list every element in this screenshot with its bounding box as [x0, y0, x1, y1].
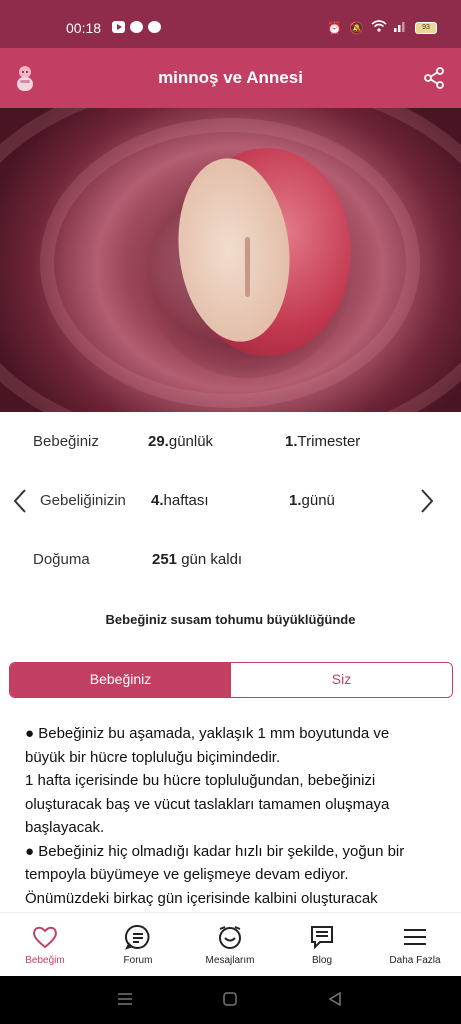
content-paragraph: 1 hafta içerisinde bu hücre topluluğunda…: [25, 772, 390, 836]
heart-icon: [33, 926, 57, 949]
bottom-nav: Bebeğim Forum Mesajlarım Blog Daha Fazla: [0, 912, 461, 976]
mute-icon: 🔕: [349, 20, 364, 35]
embryo-streak: [244, 236, 251, 298]
share-icon[interactable]: [423, 67, 445, 89]
tab-bar: Bebeğiniz Siz: [9, 662, 453, 698]
baby-size-note: Bebeğiniz susam tohumu büyüklüğünde: [105, 612, 356, 627]
battery-icon: 93: [415, 21, 437, 34]
recents-icon[interactable]: [117, 992, 133, 1006]
embryo-image: [0, 108, 461, 412]
alarm-icon: ⏰: [327, 20, 343, 35]
status-app-icons: [112, 21, 161, 33]
status-time: 00:18: [66, 20, 102, 36]
due-value: 251 gün kaldı: [152, 551, 243, 568]
due-label: Doğuma: [33, 551, 90, 568]
youtube-icon: [112, 21, 125, 33]
nav-item-forum[interactable]: Forum: [93, 913, 183, 977]
chevron-right-icon[interactable]: [418, 487, 436, 515]
menu-icon: [404, 929, 426, 945]
nav-label: Blog: [311, 955, 332, 966]
home-icon[interactable]: [223, 992, 237, 1006]
nav-item-daha-fazla[interactable]: Daha Fazla: [370, 913, 460, 977]
wifi-icon: [371, 20, 387, 35]
nav-item-mesajlarim[interactable]: Mesajlarım: [185, 913, 275, 977]
info-row-baby-age: Bebeğiniz 29.günlük 1.Trimester: [0, 423, 461, 463]
system-nav-bar: [0, 976, 461, 1024]
app-header: minnoş ve Annesi: [0, 48, 461, 108]
trimester-value: 1.Trimester: [285, 433, 361, 450]
content-paragraph: ● Bebeğiniz bu aşamada, yaklaşık 1 mm bo…: [25, 725, 390, 766]
pregnancy-day-value: 1.günü: [289, 492, 335, 509]
back-icon[interactable]: [328, 992, 342, 1006]
signal-icon: [394, 20, 408, 35]
nav-label: Bebeğim: [25, 955, 65, 966]
nav-label: Mesajlarım: [205, 955, 255, 966]
tab-baby[interactable]: Bebeğiniz: [10, 663, 231, 697]
baby-age-value: 29.günlük: [148, 433, 214, 450]
nav-item-bebegim[interactable]: Bebeğim: [0, 913, 90, 977]
page-title: minnoş ve Annesi: [158, 68, 303, 87]
content-text: ● Bebeğiniz bu aşamada, yaklaşık 1 mm bo…: [25, 722, 425, 910]
content-paragraph: ● Bebeğiniz hiç olmadığı kadar hızlı bir…: [25, 842, 405, 907]
status-bar: 00:18 ⏰ 🔕 93: [0, 0, 461, 48]
baby-age-label: Bebeğiniz: [33, 433, 99, 450]
nav-label: Daha Fazla: [389, 955, 441, 966]
forum-icon: [124, 924, 150, 950]
app-notification-icon: [148, 21, 161, 33]
camera-notification-icon: [130, 21, 143, 33]
pregnancy-week-value: 4.haftası: [151, 492, 209, 509]
messages-icon: [219, 926, 241, 949]
tab-you[interactable]: Siz: [231, 663, 452, 697]
blog-icon: [311, 926, 333, 950]
info-row-due: Doğuma 251 gün kaldı: [0, 541, 461, 581]
nav-label: Forum: [123, 955, 153, 966]
pregnancy-week-label: Gebeliğinizin: [40, 492, 126, 509]
info-row-pregnancy-week: Gebeliğinizin 4.haftası 1.günü: [0, 482, 461, 522]
nav-item-blog[interactable]: Blog: [277, 913, 367, 977]
status-right: ⏰ 🔕 93: [327, 20, 437, 35]
